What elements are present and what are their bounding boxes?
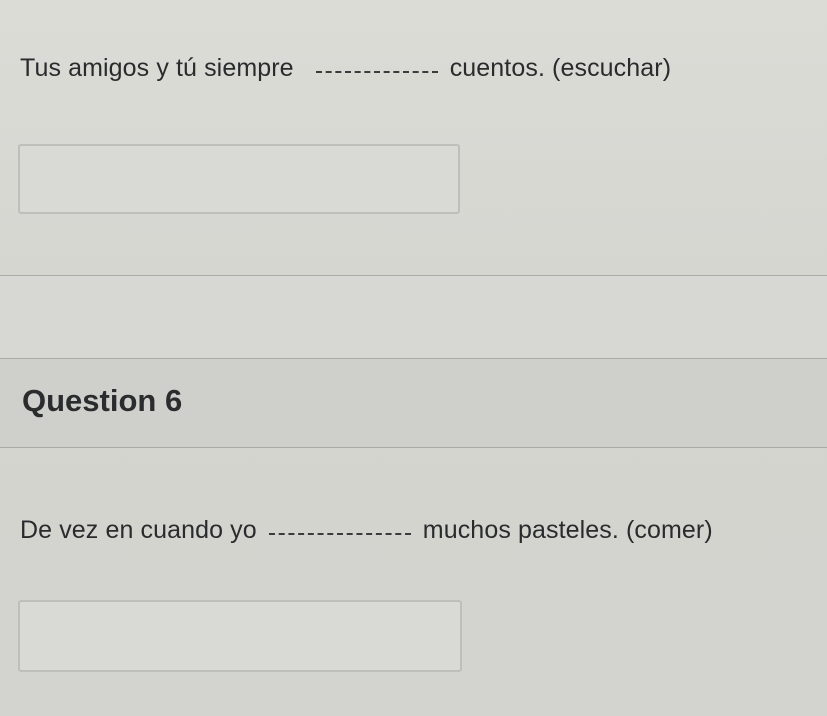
quiz-page: Tus amigos y tú siempre cuentos. (escuch… xyxy=(0,0,827,716)
question-6-body: De vez en cuando yo muchos pasteles. (co… xyxy=(0,450,827,716)
question-6-blank xyxy=(268,529,411,535)
question-6-prompt: De vez en cuando yo muchos pasteles. (co… xyxy=(20,516,713,545)
question-5-blank xyxy=(315,67,438,73)
question-spacer xyxy=(0,276,827,359)
question-6-header: Question 6 xyxy=(0,359,827,447)
question-5-prompt-after: cuentos. (escuchar) xyxy=(449,54,672,82)
question-6-prompt-before: De vez en cuando yo xyxy=(20,516,257,544)
question-5-prompt-before: Tus amigos y tú siempre xyxy=(20,54,294,82)
question-6-prompt-after: muchos pasteles. (comer) xyxy=(422,516,713,544)
question-5-body: Tus amigos y tú siempre cuentos. (escuch… xyxy=(0,0,827,276)
question-6-title: Question 6 xyxy=(22,383,183,418)
question-5-answer-input[interactable] xyxy=(18,144,460,214)
question-5-prompt: Tus amigos y tú siempre cuentos. (escuch… xyxy=(20,54,671,83)
question-header-bottom-border xyxy=(0,447,827,448)
question-6-answer-input[interactable] xyxy=(18,600,462,672)
